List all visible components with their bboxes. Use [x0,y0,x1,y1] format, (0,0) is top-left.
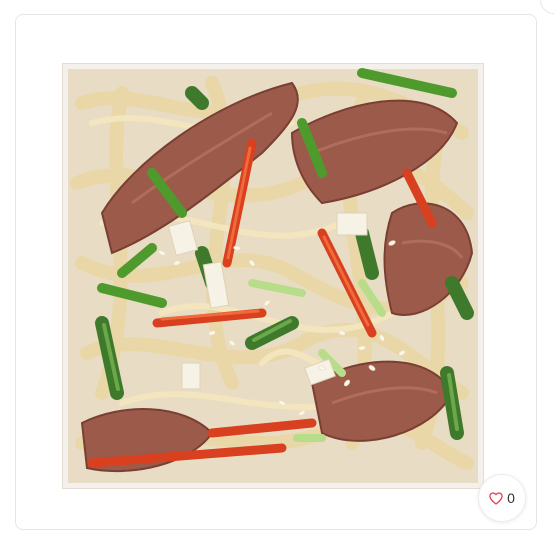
page: 0 [0,0,554,545]
heart-outline-icon [489,491,503,505]
corner-circle-icon[interactable] [540,0,554,14]
noodle-box-illustration [62,63,484,489]
product-image[interactable] [62,63,484,489]
like-count: 0 [507,490,515,506]
like-button[interactable]: 0 [478,474,526,522]
product-card[interactable]: 0 [15,14,537,530]
